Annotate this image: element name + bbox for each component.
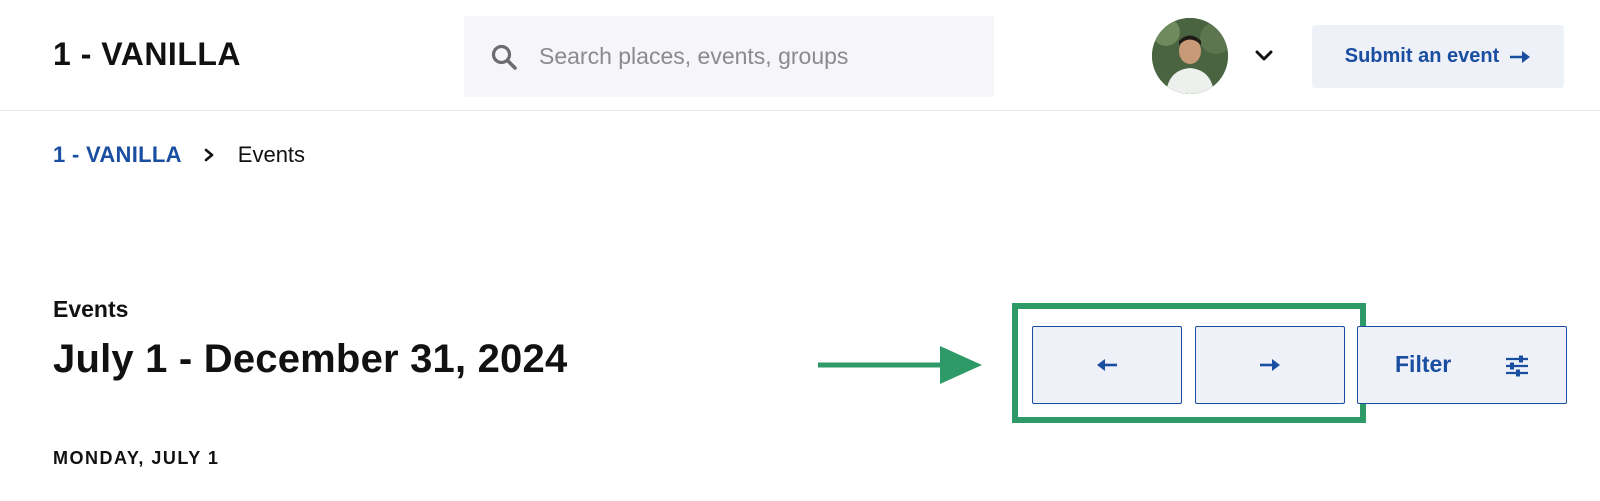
annotation-arrow [818,346,982,384]
filter-label: Filter [1395,351,1452,377]
next-period-button[interactable] [1195,326,1345,404]
arrow-right-icon [1510,50,1531,63]
previous-period-button[interactable] [1032,326,1182,404]
submit-event-label: Submit an event [1344,45,1500,67]
day-heading: MONDAY, JULY 1 [53,448,220,468]
filter-button[interactable]: Filter [1357,326,1567,404]
chevron-down-icon[interactable] [1252,44,1276,68]
user-avatar[interactable] [1152,18,1228,94]
search-bar[interactable] [464,16,994,97]
section-label: Events [53,296,129,322]
breadcrumb: 1 - VANILLA Events [53,142,305,168]
search-input[interactable] [539,36,969,76]
chevron-right-icon [204,148,214,162]
arrow-left-icon [1097,359,1117,371]
search-icon [491,44,517,70]
breadcrumb-root-link[interactable]: 1 - VANILLA [53,142,182,168]
sliders-icon [1506,355,1528,377]
site-title[interactable]: 1 - VANILLA [53,36,241,73]
submit-event-button[interactable]: Submit an event [1312,25,1564,88]
avatar-image [1152,18,1228,94]
breadcrumb-current: Events [237,142,306,167]
date-range-heading: July 1 - December 31, 2024 [53,337,568,381]
arrow-right-icon [1260,359,1280,371]
site-header: 1 - VANILLA Submit an event [0,0,1600,111]
